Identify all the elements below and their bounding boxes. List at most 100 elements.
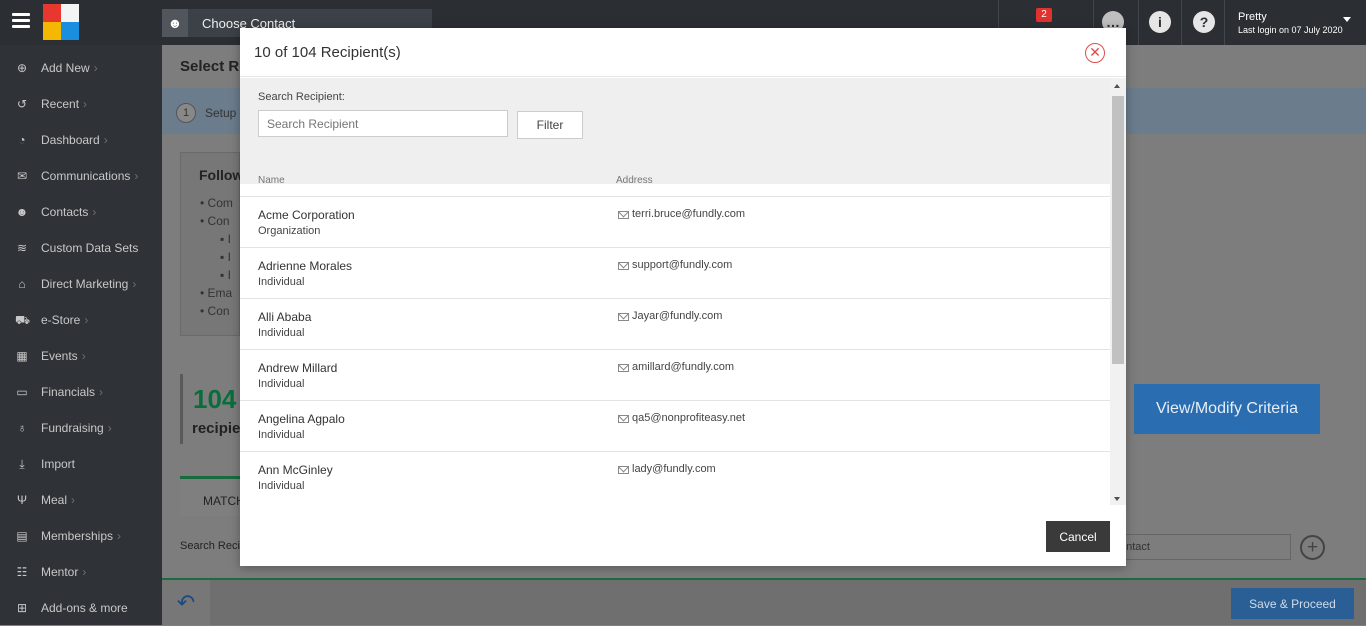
cutlery-icon: Ψ	[16, 493, 28, 507]
back-arrow-icon[interactable]: ↶	[162, 580, 210, 625]
step-number: 1	[176, 103, 196, 123]
recipient-name: Angelina Agpalo	[258, 412, 345, 426]
chevron-right-icon: ›	[132, 277, 137, 291]
list-item: ▪ I	[220, 268, 231, 282]
recipient-type: Individual	[258, 276, 305, 288]
search-input[interactable]	[258, 110, 508, 137]
sidebar-item[interactable]: ✉ Communications ›	[0, 158, 162, 194]
recipient-name: Alli Ababa	[258, 310, 312, 324]
sidebar-item[interactable]: ☷ Mentor ›	[0, 554, 162, 590]
user-name[interactable]: Pretty	[1238, 11, 1267, 23]
cancel-button[interactable]: Cancel	[1046, 521, 1110, 552]
sidebar-item[interactable]: ⤓ Import	[0, 446, 162, 482]
sidebar-item[interactable]: ▦ Events ›	[0, 338, 162, 374]
view-modify-criteria-button[interactable]: View/Modify Criteria	[1134, 384, 1320, 434]
recipient-address: Jayar@fundly.com	[632, 310, 723, 322]
table-row[interactable]: Andrew Millard Individual amillard@fundly.…	[240, 349, 1110, 400]
recipient-count-label: recipie	[192, 420, 241, 437]
divider	[1224, 0, 1225, 45]
sidebar-item-label: Memberships ›	[41, 529, 122, 543]
table-row[interactable]: Adrienne Morales Individual support@fundly…	[240, 247, 1110, 298]
close-icon[interactable]: ✕	[1085, 43, 1105, 63]
app-logo[interactable]	[43, 4, 79, 40]
list-item-text: I	[227, 268, 231, 282]
table-row[interactable]: Alli Ababa Individual Jayar@fundly.com	[240, 298, 1110, 349]
sidebar-item[interactable]: ⌂ Direct Marketing ›	[0, 266, 162, 302]
sidebar-item[interactable]: ⛟ e-Store ›	[0, 302, 162, 338]
table-row[interactable]: Acme Corporation Organization terri.bruce@…	[240, 196, 1110, 247]
chevron-down-icon[interactable]	[1343, 17, 1351, 22]
sidebar-item[interactable]: ▭ Financials ›	[0, 374, 162, 410]
chevron-right-icon: ›	[83, 97, 88, 111]
list-item: • Con	[200, 214, 230, 228]
sidebar-item[interactable]: ♁ Fundraising ›	[0, 410, 162, 446]
envelope-icon	[618, 313, 629, 321]
chevron-right-icon: ›	[84, 313, 89, 327]
dashboard-icon: ◔	[18, 133, 26, 147]
step-label[interactable]: Setup	[205, 106, 236, 120]
sidebar-item-label: Financials ›	[41, 385, 104, 399]
recipient-address: terri.bruce@fundly.com	[632, 208, 746, 220]
list-item: • Ema	[200, 286, 233, 300]
sidebar-item-label: Communications ›	[41, 169, 139, 183]
sidebar-item-label: Add-ons & more	[41, 601, 128, 615]
sidebar-item[interactable]: ◔ Dashboard ›	[0, 122, 162, 158]
recipient-address: lady@fundly.com	[632, 463, 716, 475]
filter-button[interactable]: Filter	[517, 111, 583, 139]
recipient-count: 104	[193, 384, 237, 414]
recipient-name: Acme Corporation	[258, 208, 355, 222]
add-icon[interactable]: +	[1300, 535, 1325, 560]
plus-circle-icon: ⊕	[16, 61, 28, 75]
table-row[interactable]: Ann McGinley Individual lady@fundly.com	[240, 451, 1110, 502]
tab-match-label: MATCH	[203, 494, 245, 508]
grid-icon: ⊞	[16, 601, 28, 615]
sidebar-item-label: Mentor ›	[41, 565, 87, 579]
notification-badge[interactable]: 2	[1036, 8, 1052, 22]
recipient-address: qa5@nonprofiteasy.net	[632, 412, 746, 424]
sidebar-item-label: Custom Data Sets	[41, 241, 139, 255]
column-header-address: Address	[616, 175, 653, 186]
scroll-up-icon[interactable]	[1114, 84, 1120, 88]
sidebar-item-label: Add New ›	[41, 61, 98, 75]
info-icon[interactable]: i	[1149, 11, 1171, 33]
sidebar-item[interactable]: Ψ Meal ›	[0, 482, 162, 518]
recipient-address: amillard@fundly.com	[632, 361, 735, 373]
cart-icon: ⛟	[15, 313, 31, 327]
divider	[1181, 0, 1182, 45]
scrollbar-thumb[interactable]	[1112, 96, 1124, 364]
contact-input[interactable]: ontact	[1115, 534, 1291, 560]
sidebar-item[interactable]: ↺ Recent ›	[0, 86, 162, 122]
list-item-text: I	[227, 250, 231, 264]
sidebar-item[interactable]: ▤ Memberships ›	[0, 518, 162, 554]
sidebar-item[interactable]: ☻ Contacts ›	[0, 194, 162, 230]
footer-bar	[162, 578, 1366, 625]
sidebar-item-label: Direct Marketing ›	[41, 277, 137, 291]
scroll-down-icon[interactable]	[1114, 497, 1120, 501]
list-item: ▪ I	[220, 250, 231, 264]
sidebar-item[interactable]: ⊕ Add New ›	[0, 50, 162, 86]
calendar-icon: ▦	[16, 349, 28, 363]
recipient-type: Organization	[258, 225, 321, 237]
table-row[interactable]: Angelina Agpalo Individual qa5@nonprofitea…	[240, 400, 1110, 451]
idcard-icon: ▤	[16, 529, 28, 543]
sidebar-item-label: Dashboard ›	[41, 133, 108, 147]
save-proceed-button[interactable]: Save & Proceed	[1231, 588, 1354, 619]
tab-match[interactable]: MATCH	[180, 476, 245, 516]
menu-icon[interactable]	[12, 13, 30, 29]
chevron-right-icon: ›	[82, 565, 87, 579]
envelope-icon	[618, 466, 629, 474]
help-icon[interactable]: ?	[1193, 11, 1215, 33]
list-item-text: Ema	[207, 286, 233, 300]
chevron-right-icon: ›	[117, 529, 122, 543]
chevron-right-icon: ›	[81, 349, 86, 363]
chevron-right-icon: ›	[71, 493, 76, 507]
envelope-icon	[618, 262, 629, 270]
sidebar-item[interactable]: ≋ Custom Data Sets	[0, 230, 162, 266]
instructions-title: Follow	[199, 167, 244, 183]
list-item-text: Con	[207, 214, 230, 228]
sidebar-item-label: Fundraising ›	[41, 421, 112, 435]
page-title: Select Re	[180, 58, 248, 75]
sidebar-item[interactable]: ⊞ Add-ons & more	[0, 590, 162, 626]
chevron-right-icon: ›	[107, 421, 112, 435]
recipients-modal: 10 of 104 Recipient(s) ✕ Search Recipien…	[240, 28, 1126, 566]
